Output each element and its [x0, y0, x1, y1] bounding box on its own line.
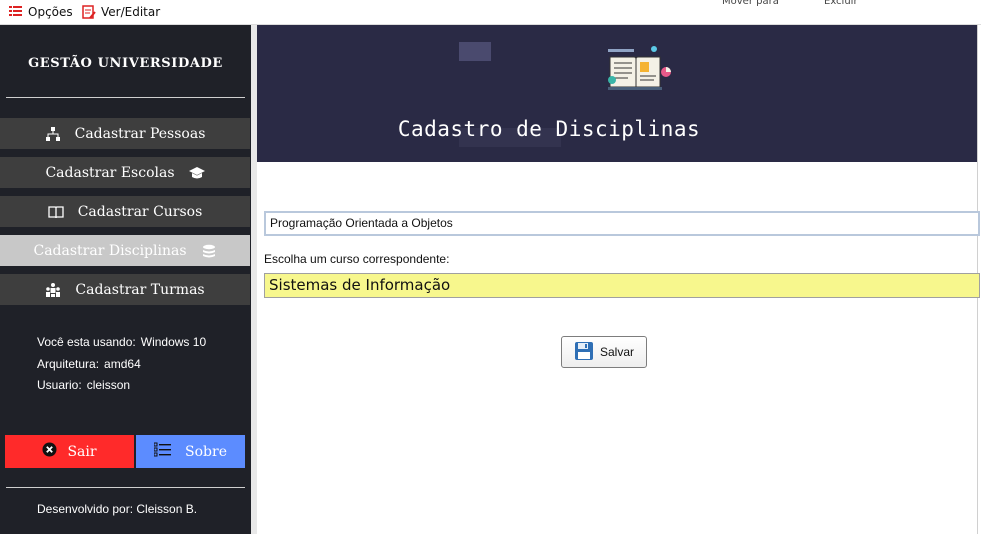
- sidebar-item-label: Cadastrar Pessoas: [74, 125, 206, 142]
- curso-label: Escolha um curso correspondente:: [264, 252, 450, 266]
- menu-opcoes[interactable]: Opções: [9, 5, 73, 19]
- background-toolbar-delete: Excluir: [824, 0, 858, 6]
- app-title: GESTÃO UNIVERSIDADE: [28, 56, 223, 71]
- divider: [6, 487, 245, 488]
- sair-button[interactable]: Sair: [5, 435, 134, 468]
- sidebar-item-label: Cadastrar Escolas: [45, 164, 175, 181]
- sidebar-item-label: Cadastrar Cursos: [77, 203, 203, 220]
- floppy-disk-icon: [574, 341, 594, 364]
- os-label: Você esta usando:: [37, 335, 136, 349]
- sidebar-item-turmas[interactable]: Cadastrar Turmas: [0, 274, 250, 305]
- sidebar-item-pessoas[interactable]: Cadastrar Pessoas: [0, 118, 250, 149]
- stack-icon: [201, 243, 217, 259]
- sitemap-icon: [45, 126, 61, 142]
- background-toolbar-move: Mover para: [722, 0, 779, 6]
- user-value: cleisson: [86, 378, 131, 392]
- os-value: Windows 10: [140, 335, 207, 349]
- os-info: Você esta usando: Windows 10: [37, 335, 206, 349]
- arch-info: Arquitetura: amd64: [37, 357, 141, 371]
- salvar-button[interactable]: Salvar: [561, 336, 647, 368]
- page-title: Cadastro de Disciplinas: [397, 117, 701, 141]
- book-chart-icon: [602, 45, 672, 93]
- sidebar-item-label: Cadastrar Turmas: [75, 281, 205, 298]
- menu-bar: Opções Ver/Editar Mover para Excluir: [0, 0, 981, 25]
- book-open-icon: [48, 204, 64, 220]
- sobre-button[interactable]: Sobre: [136, 435, 245, 468]
- salvar-label: Salvar: [599, 345, 634, 359]
- sobre-label: Sobre: [185, 443, 227, 460]
- sidebar: GESTÃO UNIVERSIDADE Cadastrar Pessoas Ca…: [0, 25, 251, 534]
- sidebar-item-disciplinas[interactable]: Cadastrar Disciplinas: [0, 235, 250, 266]
- list-icon: [9, 5, 22, 19]
- graduation-cap-icon: [188, 165, 205, 181]
- disciplina-input[interactable]: Programação Orientada a Objetos: [264, 211, 980, 236]
- menu-opcoes-label: Opções: [28, 5, 73, 19]
- user-info: Usuario: cleisson: [37, 378, 130, 392]
- sair-label: Sair: [67, 443, 97, 460]
- curso-select[interactable]: Sistemas de Informação: [264, 273, 980, 298]
- close-circle-icon: [42, 442, 57, 461]
- menu-ver-editar-label: Ver/Editar: [101, 5, 161, 19]
- sidebar-item-escolas[interactable]: Cadastrar Escolas: [0, 157, 250, 188]
- edit-document-icon: [82, 5, 96, 19]
- sidebar-item-label: Cadastrar Disciplinas: [33, 242, 187, 259]
- page-header: Cadastro de Disciplinas: [257, 25, 977, 162]
- developer-credit: Desenvolvido por: Cleisson B.: [37, 502, 198, 516]
- user-label: Usuario:: [37, 378, 82, 392]
- list-icon: [153, 442, 172, 461]
- menu-ver-editar[interactable]: Ver/Editar: [82, 5, 160, 19]
- arch-label: Arquitetura:: [37, 357, 100, 371]
- header-artifact: [459, 42, 491, 61]
- group-icon: [45, 282, 61, 298]
- divider: [6, 97, 245, 98]
- arch-value: amd64: [104, 357, 141, 371]
- sidebar-item-cursos[interactable]: Cadastrar Cursos: [0, 196, 250, 227]
